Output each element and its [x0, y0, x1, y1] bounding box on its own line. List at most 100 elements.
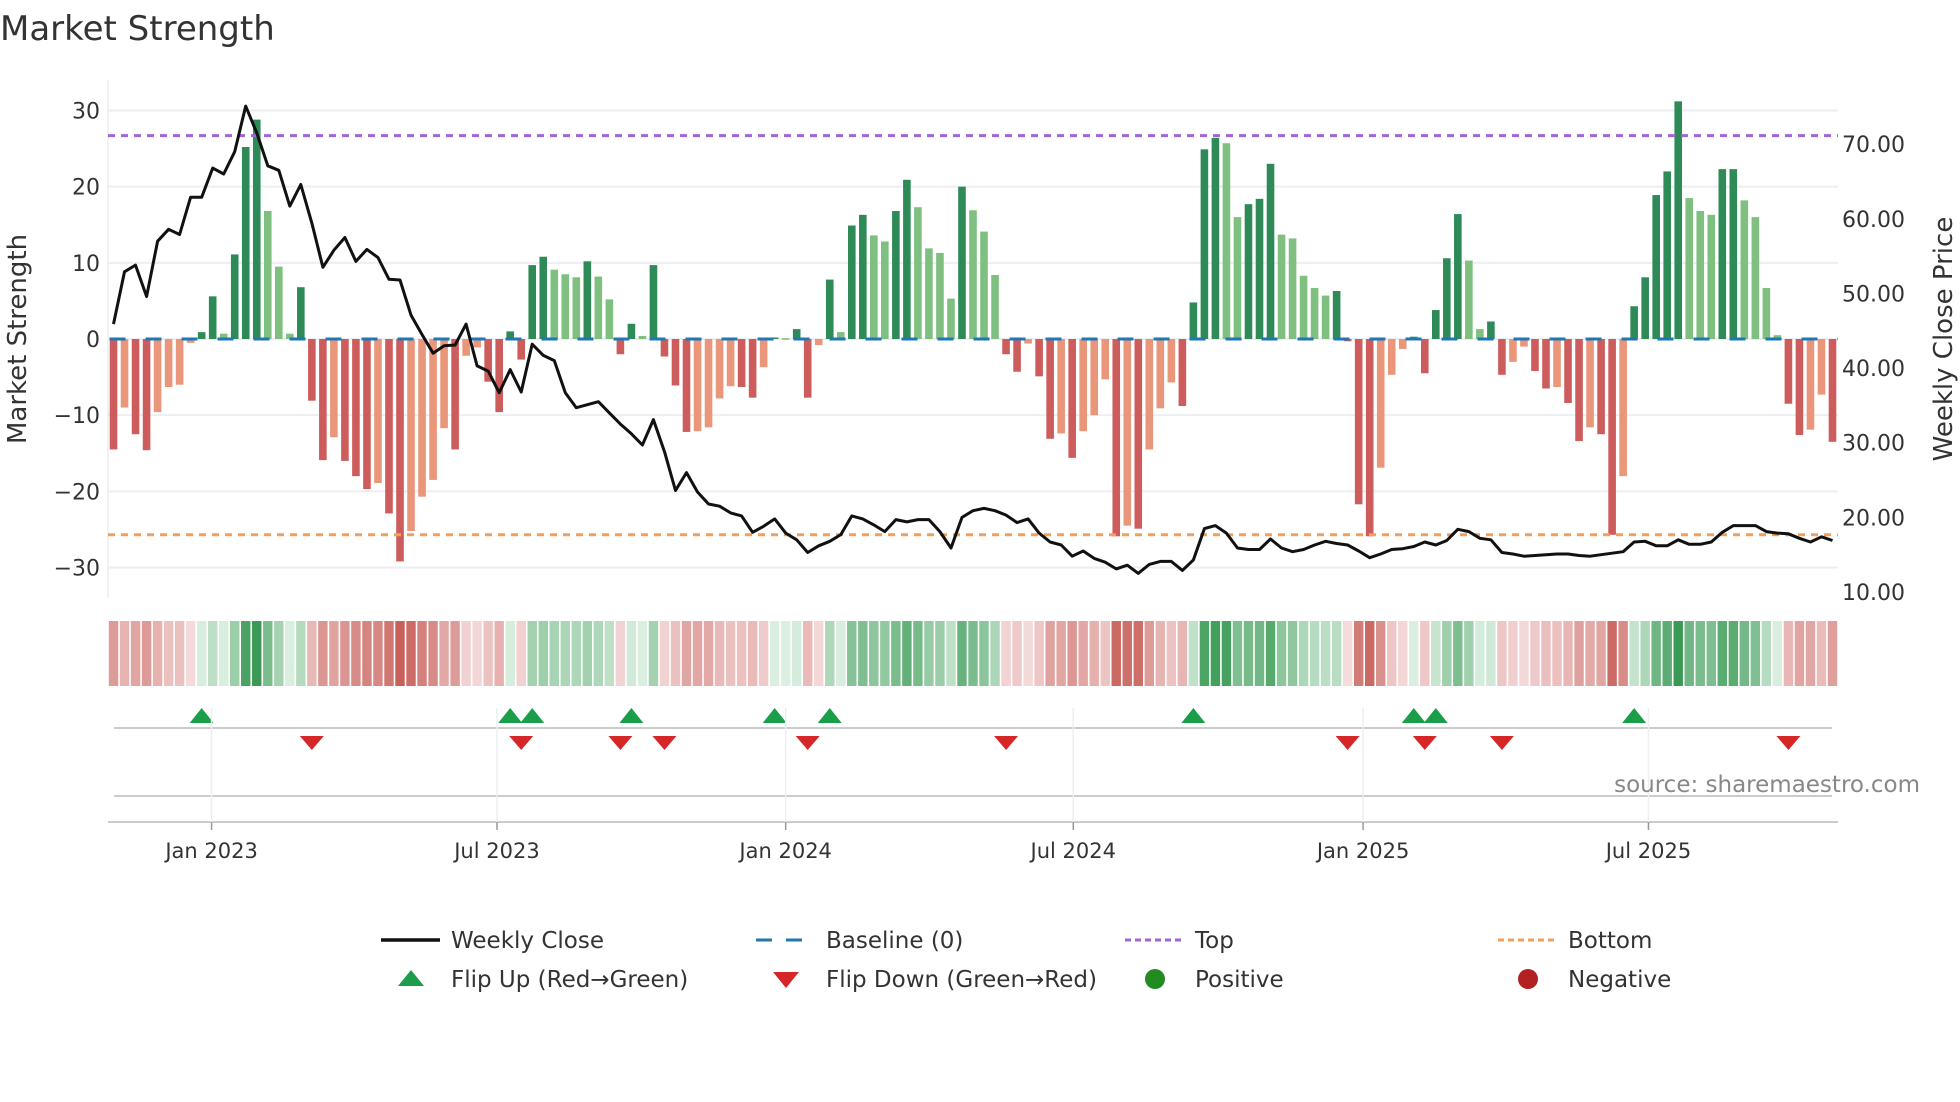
heat-strip-cell	[604, 621, 615, 686]
heat-strip-cell	[1034, 621, 1044, 686]
heat-strip-cell	[803, 621, 813, 686]
strength-bar	[319, 339, 327, 461]
strength-bar	[241, 147, 250, 339]
strength-bar	[671, 339, 680, 386]
strength-bar	[1211, 137, 1220, 339]
strength-bar	[1630, 306, 1638, 339]
strength-bar	[1398, 339, 1407, 349]
strength-bar	[1277, 234, 1286, 339]
strength-bar	[308, 339, 316, 401]
heat-strip-cell	[174, 621, 185, 686]
legend: Weekly Close Baseline (0) Top Bottom Flip Up…	[381, 928, 1671, 993]
heat-strip-cell	[494, 621, 504, 686]
strength-bar	[1696, 211, 1705, 339]
heat-strip-cell	[1276, 621, 1287, 686]
strength-bar	[847, 225, 856, 339]
strength-bar	[737, 339, 746, 387]
strength-bar	[1498, 339, 1506, 375]
strength-bar	[1255, 198, 1264, 339]
flip-up-marker	[1423, 708, 1448, 723]
strength-bar	[748, 339, 757, 398]
left-axis-ticks: −30 −20 −10 0 10 20 30	[54, 99, 100, 581]
heat-strip-cell	[703, 621, 714, 686]
heat-strip-cell	[1805, 621, 1816, 686]
heat-strip-cell	[1827, 621, 1838, 686]
strength-bar	[517, 339, 526, 360]
heat-strip-cell	[296, 621, 306, 686]
y-tick-label: −30	[54, 557, 100, 582]
strength-bar	[1674, 101, 1683, 340]
heat-strip-cell	[1618, 621, 1628, 686]
heat-strip-cell	[1309, 621, 1320, 686]
legend-item: Positive	[1145, 967, 1284, 993]
strength-bar	[1288, 238, 1297, 339]
heat-strip-cell	[1596, 621, 1606, 686]
heat-strip-cell	[670, 621, 681, 686]
heat-strip-cell	[1001, 621, 1011, 686]
heat-strip-cell	[1574, 621, 1584, 686]
flip-up-marker	[817, 708, 842, 723]
strength-bar	[109, 339, 118, 450]
legend-label: Positive	[1195, 967, 1284, 993]
heat-strip-cell	[207, 621, 218, 686]
strength-bar	[1387, 339, 1396, 375]
legend-label: Top	[1194, 928, 1234, 954]
strength-bar	[1222, 143, 1231, 339]
heat-strip-cell	[362, 621, 372, 686]
strength-bar	[1641, 277, 1649, 339]
flip-up-marker	[1622, 708, 1647, 723]
y2-axis-label: Weekly Close Price	[1929, 217, 1959, 462]
strength-bar	[208, 296, 217, 339]
heat-strip-cell	[373, 621, 383, 686]
heat-strip-cell	[880, 621, 890, 686]
heat-strip-cell	[1673, 621, 1683, 686]
strength-heat-strip	[108, 621, 1838, 686]
heat-strip-cell	[1508, 621, 1518, 686]
source-watermark: source: sharemaestro.com	[1614, 772, 1920, 798]
heat-strip-cell	[318, 621, 328, 686]
heat-strip-cell	[1221, 621, 1232, 686]
strength-bar	[704, 339, 713, 428]
heat-strip-cell	[847, 621, 857, 686]
strength-bar	[1762, 287, 1771, 339]
strength-bar	[881, 241, 889, 339]
y2-tick-label: 50.00	[1842, 282, 1905, 307]
heat-strip-cell	[571, 621, 582, 686]
strength-bar	[1233, 217, 1242, 339]
triangle-up-icon	[398, 970, 424, 986]
flip-down-marker	[299, 736, 324, 750]
heat-strip-cell	[714, 621, 725, 686]
strength-bar	[1266, 163, 1275, 339]
heat-strip-cell	[108, 621, 119, 686]
heat-strip-cell	[758, 621, 769, 686]
heat-strip-cell	[1442, 621, 1452, 686]
heat-strip-cell	[1166, 621, 1177, 686]
heat-strip-cell	[913, 621, 923, 686]
heat-strip-cell	[1717, 621, 1728, 686]
strength-bar	[969, 210, 977, 339]
strength-bar	[1465, 260, 1473, 339]
legend-label: Flip Up (Red→Green)	[451, 967, 688, 993]
heat-strip-cell	[461, 621, 471, 686]
heat-strip-cell	[417, 621, 427, 686]
strength-bar	[1079, 339, 1087, 432]
heat-strip-cell	[869, 621, 879, 686]
heat-strip-cell	[1706, 621, 1716, 686]
x-tick-label: Jan 2023	[163, 839, 258, 863]
flip-up-marker	[619, 708, 644, 723]
heat-strip-cell	[196, 621, 207, 686]
heat-strip-cell	[1067, 621, 1077, 686]
x-tick-label: Jul 2023	[452, 839, 539, 863]
strength-bar	[197, 332, 206, 339]
flip-down-marker	[1776, 736, 1801, 750]
strength-bar	[1244, 204, 1253, 339]
strength-bar	[759, 339, 768, 368]
strength-bar	[1354, 339, 1363, 505]
strength-bar	[1189, 302, 1198, 339]
heat-strip-cell	[538, 621, 548, 686]
y-tick-label: −10	[54, 404, 100, 429]
strength-bar	[638, 335, 647, 339]
heat-strip-cell	[1353, 621, 1364, 686]
legend-label: Flip Down (Green→Red)	[826, 967, 1097, 993]
strength-bar	[914, 207, 922, 339]
